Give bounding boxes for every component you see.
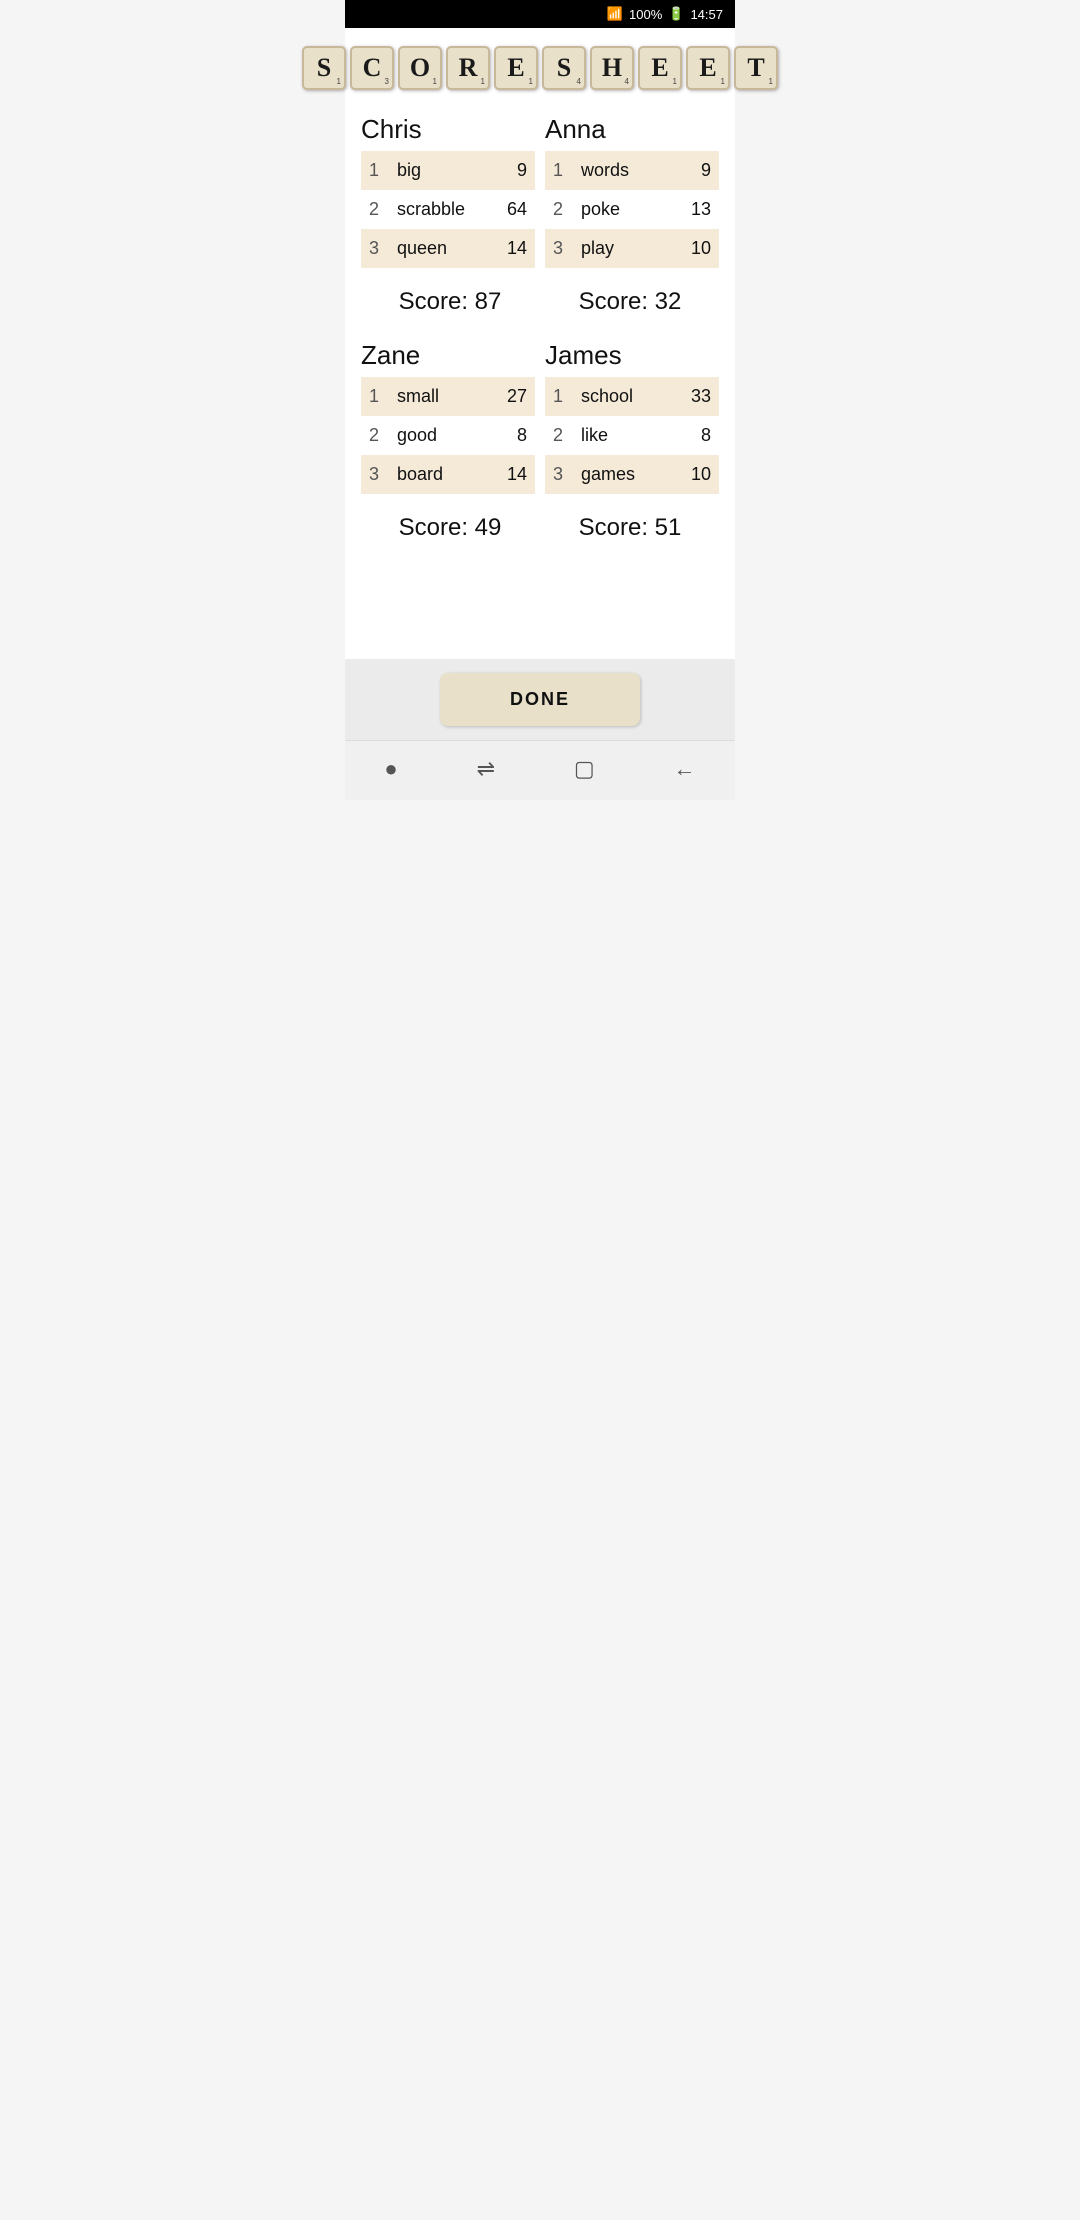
row-score: 64 xyxy=(491,190,535,229)
row-num: 2 xyxy=(361,416,389,455)
player-anna: Anna 1 words 9 2 poke 13 3 play 10 xyxy=(545,114,719,268)
square-icon[interactable]: ▢ xyxy=(574,756,595,782)
row-word: play xyxy=(573,229,666,268)
chris-table: 1 big 9 2 scrabble 64 3 queen 14 xyxy=(361,151,535,268)
bottom-players-grid: Zane 1 small 27 2 good 8 3 board 14 xyxy=(361,326,719,494)
row-num: 1 xyxy=(361,151,389,190)
title-tile: T1 xyxy=(734,46,778,90)
top-players-grid: Chris 1 big 9 2 scrabble 64 3 queen 14 xyxy=(361,100,719,268)
row-score: 27 xyxy=(481,377,535,416)
row-word: board xyxy=(389,455,481,494)
anna-name: Anna xyxy=(545,114,719,145)
row-num: 3 xyxy=(361,229,389,268)
row-num: 3 xyxy=(545,229,573,268)
table-row: 3 games 10 xyxy=(545,455,719,494)
james-table: 1 school 33 2 like 8 3 games 10 xyxy=(545,377,719,494)
done-area: DONE xyxy=(345,659,735,740)
chris-total: Score: 87 xyxy=(365,288,535,316)
row-score: 10 xyxy=(669,455,719,494)
bottom-totals: Score: 49 Score: 51 xyxy=(361,514,719,542)
row-score: 9 xyxy=(491,151,535,190)
battery-percent: 100% xyxy=(629,7,662,22)
zane-total: Score: 49 xyxy=(365,514,535,542)
table-row: 1 small 27 xyxy=(361,377,535,416)
row-num: 2 xyxy=(361,190,389,229)
row-num: 1 xyxy=(545,151,573,190)
table-row: 3 play 10 xyxy=(545,229,719,268)
row-word: like xyxy=(573,416,669,455)
row-word: big xyxy=(389,151,491,190)
player-chris: Chris 1 big 9 2 scrabble 64 3 queen 14 xyxy=(361,114,535,268)
title-tile: S4 xyxy=(542,46,586,90)
row-num: 2 xyxy=(545,190,573,229)
chris-name: Chris xyxy=(361,114,535,145)
title-tile: R1 xyxy=(446,46,490,90)
row-score: 14 xyxy=(481,455,535,494)
row-word: words xyxy=(573,151,666,190)
player-zane: Zane 1 small 27 2 good 8 3 board 14 xyxy=(361,340,535,494)
zane-table: 1 small 27 2 good 8 3 board 14 xyxy=(361,377,535,494)
title-tiles: S1C3O1R1E1S4H4E1E1T1 xyxy=(302,46,778,90)
james-total: Score: 51 xyxy=(545,514,715,542)
row-word: queen xyxy=(389,229,491,268)
row-score: 9 xyxy=(666,151,719,190)
home-icon[interactable]: ● xyxy=(384,756,397,782)
row-score: 8 xyxy=(481,416,535,455)
table-row: 3 board 14 xyxy=(361,455,535,494)
table-row: 1 school 33 xyxy=(545,377,719,416)
signal-icon: 📶 xyxy=(607,6,623,22)
row-word: school xyxy=(573,377,669,416)
james-name: James xyxy=(545,340,719,371)
table-row: 2 good 8 xyxy=(361,416,535,455)
title-tile: O1 xyxy=(398,46,442,90)
back-icon[interactable]: ← xyxy=(674,756,696,782)
row-score: 33 xyxy=(669,377,719,416)
main-content: Chris 1 big 9 2 scrabble 64 3 queen 14 xyxy=(345,100,735,659)
title-tile: S1 xyxy=(302,46,346,90)
title-tile: E1 xyxy=(638,46,682,90)
table-row: 2 poke 13 xyxy=(545,190,719,229)
bottom-nav: ● ⇌ ▢ ← xyxy=(345,740,735,800)
row-word: good xyxy=(389,416,481,455)
done-button[interactable]: DONE xyxy=(440,673,640,726)
row-num: 1 xyxy=(545,377,573,416)
row-score: 10 xyxy=(666,229,719,268)
table-row: 2 scrabble 64 xyxy=(361,190,535,229)
row-word: scrabble xyxy=(389,190,491,229)
player-james: James 1 school 33 2 like 8 3 games 10 xyxy=(545,340,719,494)
time: 14:57 xyxy=(690,7,723,22)
status-bar: 📶 100% 🔋 14:57 xyxy=(345,0,735,28)
top-totals: Score: 87 Score: 32 xyxy=(361,288,719,316)
row-num: 3 xyxy=(361,455,389,494)
title-tile: C3 xyxy=(350,46,394,90)
anna-total: Score: 32 xyxy=(545,288,715,316)
row-score: 14 xyxy=(491,229,535,268)
table-row: 2 like 8 xyxy=(545,416,719,455)
table-row: 3 queen 14 xyxy=(361,229,535,268)
menu-icon[interactable]: ⇌ xyxy=(477,756,495,782)
row-num: 1 xyxy=(361,377,389,416)
title-tile: H4 xyxy=(590,46,634,90)
row-score: 8 xyxy=(669,416,719,455)
row-word: games xyxy=(573,455,669,494)
anna-table: 1 words 9 2 poke 13 3 play 10 xyxy=(545,151,719,268)
battery-icon: 🔋 xyxy=(668,6,684,22)
row-num: 2 xyxy=(545,416,573,455)
row-word: poke xyxy=(573,190,666,229)
row-score: 13 xyxy=(666,190,719,229)
title-tile: E1 xyxy=(494,46,538,90)
title-area: S1C3O1R1E1S4H4E1E1T1 xyxy=(345,28,735,100)
table-row: 1 words 9 xyxy=(545,151,719,190)
row-word: small xyxy=(389,377,481,416)
row-num: 3 xyxy=(545,455,573,494)
zane-name: Zane xyxy=(361,340,535,371)
title-tile: E1 xyxy=(686,46,730,90)
table-row: 1 big 9 xyxy=(361,151,535,190)
